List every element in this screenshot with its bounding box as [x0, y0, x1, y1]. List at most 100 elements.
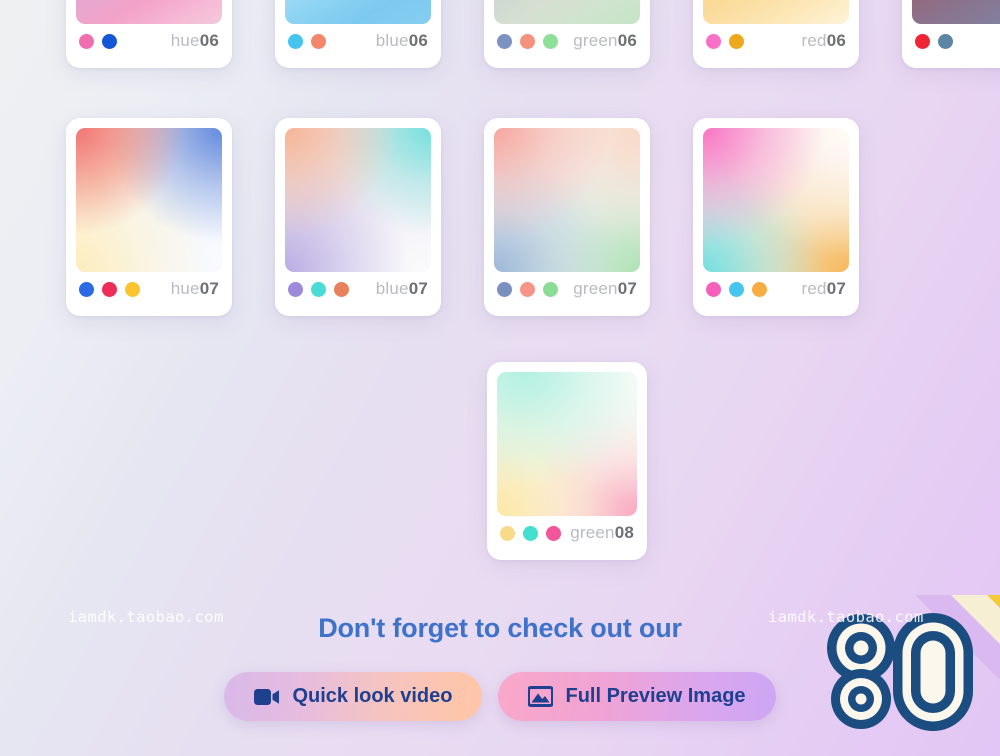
swatch-dot-group — [915, 33, 953, 49]
image-picture-icon — [528, 686, 554, 707]
swatch-dot-group — [706, 33, 744, 49]
swatch-preview — [494, 0, 640, 24]
card-footer: green08 — [497, 516, 637, 550]
swatch-dot[interactable] — [938, 33, 953, 49]
card-label-number: 07 — [199, 279, 219, 298]
card-label-name: green — [573, 279, 618, 298]
card-label-number: 07 — [826, 279, 846, 298]
palette-card-blue07[interactable]: blue07 — [275, 118, 441, 316]
card-label: hue07 — [171, 279, 219, 299]
card-footer: green07 — [494, 272, 640, 306]
swatch-preview — [494, 128, 640, 272]
quick-look-video-button[interactable]: Quick look video — [224, 672, 483, 721]
full-preview-image-button[interactable]: Full Preview Image — [498, 672, 776, 721]
card-footer: blue06 — [285, 24, 431, 58]
swatch-dot[interactable] — [102, 281, 117, 297]
swatch-dot[interactable] — [500, 525, 515, 541]
swatch-dot[interactable] — [523, 525, 538, 541]
swatch-dot[interactable] — [752, 281, 767, 297]
card-label-number: 07 — [408, 279, 428, 298]
swatch-dot[interactable] — [729, 33, 744, 49]
swatch-preview — [285, 0, 431, 24]
swatch-dot[interactable] — [497, 281, 512, 297]
swatch-dot[interactable] — [334, 281, 349, 297]
palette-card-green06[interactable]: green06 — [484, 0, 650, 68]
quick-look-video-label: Quick look video — [292, 685, 453, 707]
card-label-name: blue — [375, 279, 409, 298]
palette-card-hue07[interactable]: hue07 — [66, 118, 232, 316]
card-footer: red06 — [703, 24, 849, 58]
card-label-name: red — [801, 279, 827, 298]
swatch-dot[interactable] — [288, 281, 303, 297]
card-footer: hue06 — [76, 24, 222, 58]
swatch-dot[interactable] — [706, 33, 721, 49]
swatch-dot-group — [79, 33, 117, 49]
swatch-dot[interactable] — [125, 281, 140, 297]
palette-card-red07[interactable]: red07 — [693, 118, 859, 316]
palette-card-blue06[interactable]: blue06 — [275, 0, 441, 68]
card-footer: blue07 — [285, 272, 431, 306]
card-label-number: 07 — [617, 279, 637, 298]
swatch-dot[interactable] — [915, 33, 930, 49]
swatch-dot[interactable] — [497, 33, 512, 49]
watermark-right: iamdk.taobao.com — [768, 608, 924, 626]
palette-card-green08[interactable]: green08 — [487, 362, 647, 560]
card-label-name: blue — [375, 31, 409, 50]
full-preview-image-label: Full Preview Image — [565, 685, 746, 707]
swatch-dot[interactable] — [543, 281, 558, 297]
card-label-name: green — [570, 523, 615, 542]
swatch-dot[interactable] — [79, 33, 94, 49]
swatch-dot-group — [288, 281, 349, 297]
card-label: red07 — [802, 279, 846, 299]
card-footer: red07 — [703, 272, 849, 306]
swatch-dot[interactable] — [520, 281, 535, 297]
card-label-number: 08 — [614, 523, 634, 542]
card-label-name: hue — [170, 279, 200, 298]
card-footer — [912, 24, 1000, 58]
swatch-dot[interactable] — [543, 33, 558, 49]
swatch-dot[interactable] — [79, 281, 94, 297]
swatch-dot[interactable] — [288, 33, 303, 49]
palette-card-clipped05[interactable] — [902, 0, 1000, 68]
card-label-number: 06 — [199, 31, 219, 50]
swatch-dot[interactable] — [520, 33, 535, 49]
swatch-preview — [703, 128, 849, 272]
swatch-dot[interactable] — [102, 33, 117, 49]
card-label-number: 06 — [408, 31, 428, 50]
swatch-dot-group — [497, 33, 558, 49]
swatch-dot[interactable] — [311, 33, 326, 49]
card-footer: green06 — [494, 24, 640, 58]
swatch-dot-group — [79, 281, 140, 297]
swatch-dot-group — [497, 281, 558, 297]
card-label: blue06 — [376, 31, 428, 51]
poster-canvas: hue06 blue06 green06 red06 hue07 blue07 green0… — [0, 0, 1000, 756]
palette-card-red06[interactable]: red06 — [693, 0, 859, 68]
card-label-number: 06 — [826, 31, 846, 50]
card-footer: hue07 — [76, 272, 222, 306]
card-label-name: red — [801, 31, 827, 50]
swatch-dot-group — [288, 33, 326, 49]
swatch-dot-group — [706, 281, 767, 297]
swatch-preview — [912, 0, 1000, 24]
card-label: hue06 — [171, 31, 219, 51]
swatch-preview — [76, 0, 222, 24]
swatch-dot[interactable] — [546, 525, 561, 541]
card-label: green06 — [573, 31, 637, 51]
card-label: green07 — [573, 279, 637, 299]
swatch-preview — [76, 128, 222, 272]
card-label-name: hue — [170, 31, 200, 50]
swatch-preview — [285, 128, 431, 272]
card-label: blue07 — [376, 279, 428, 299]
video-camera-icon — [254, 688, 280, 706]
swatch-dot[interactable] — [311, 281, 326, 297]
card-label-name: green — [573, 31, 618, 50]
palette-card-green07[interactable]: green07 — [484, 118, 650, 316]
card-label: green08 — [570, 523, 634, 543]
swatch-dot-group — [500, 525, 561, 541]
card-label-number: 06 — [617, 31, 637, 50]
palette-card-hue06[interactable]: hue06 — [66, 0, 232, 68]
swatch-dot[interactable] — [729, 281, 744, 297]
swatch-dot[interactable] — [706, 281, 721, 297]
swatch-preview — [497, 372, 637, 516]
card-label: red06 — [802, 31, 846, 51]
